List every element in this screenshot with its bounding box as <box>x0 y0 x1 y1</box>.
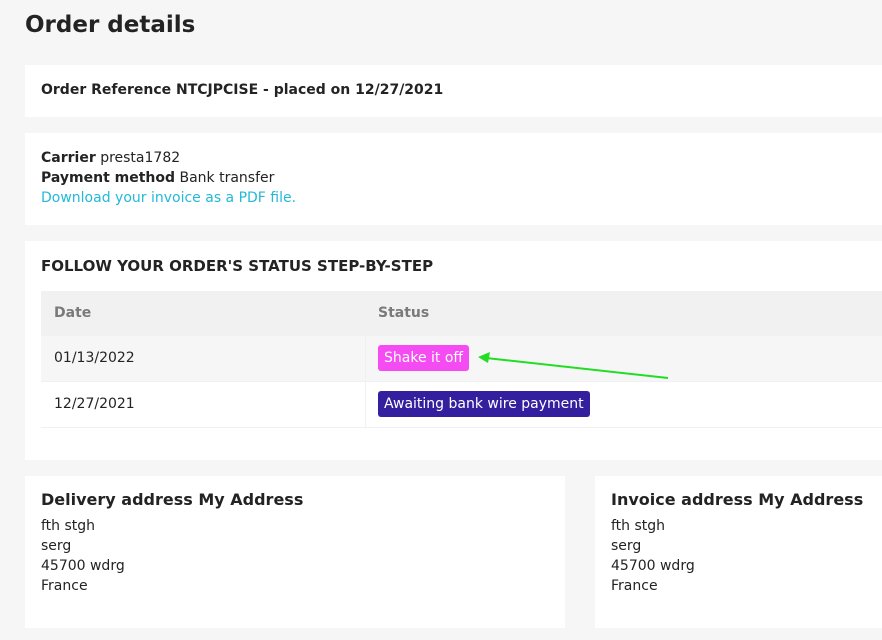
carrier-value: presta1782 <box>100 150 181 166</box>
status-heading: FOLLOW YOUR ORDER'S STATUS STEP-BY-STEP <box>41 257 434 275</box>
carrier-line: Carrier presta1782 <box>41 150 180 166</box>
payment-value: Bank transfer <box>179 170 275 186</box>
row-status-cell: Awaiting bank wire payment <box>378 382 590 427</box>
download-invoice-link[interactable]: Download your invoice as a PDF file. <box>41 190 296 206</box>
carrier-label: Carrier <box>41 150 96 166</box>
order-info-card: Carrier presta1782 Payment method Bank t… <box>25 133 882 225</box>
status-table: Date Status 01/13/2022 Shake it off 12/2… <box>41 291 882 428</box>
column-header-status: Status <box>378 305 430 321</box>
column-header-date: Date <box>54 305 92 321</box>
delivery-address-title: Delivery address My Address <box>41 490 304 509</box>
address-line: 45700 wdrg <box>41 558 125 574</box>
address-line: France <box>41 578 88 594</box>
invoice-link-line: Download your invoice as a PDF file. <box>41 190 296 206</box>
status-badge: Awaiting bank wire payment <box>378 391 590 417</box>
status-badge: Shake it off <box>378 345 470 371</box>
payment-label: Payment method <box>41 170 176 186</box>
address-line: France <box>611 578 658 594</box>
order-reference-text: Order Reference NTCJPCISE - placed on 12… <box>41 82 444 98</box>
address-line: serg <box>611 538 642 554</box>
invoice-address-card: Invoice address My Address fth stgh serg… <box>595 476 882 628</box>
address-line: fth stgh <box>41 518 96 534</box>
row-date: 01/13/2022 <box>54 350 135 366</box>
delivery-address-card: Delivery address My Address fth stgh ser… <box>25 476 565 628</box>
address-line: 45700 wdrg <box>611 558 695 574</box>
table-row: 12/27/2021 Awaiting bank wire payment <box>41 382 882 428</box>
payment-line: Payment method Bank transfer <box>41 170 274 186</box>
address-line: serg <box>41 538 72 554</box>
order-status-card: FOLLOW YOUR ORDER'S STATUS STEP-BY-STEP … <box>25 241 882 460</box>
order-reference-card: Order Reference NTCJPCISE - placed on 12… <box>25 65 882 117</box>
page-title: Order details <box>25 12 196 38</box>
address-line: fth stgh <box>611 518 666 534</box>
invoice-address-title: Invoice address My Address <box>611 490 864 509</box>
row-status-cell: Shake it off <box>378 336 470 381</box>
table-row: 01/13/2022 Shake it off <box>41 336 882 382</box>
row-date: 12/27/2021 <box>54 396 135 412</box>
status-table-header: Date Status <box>41 291 882 336</box>
